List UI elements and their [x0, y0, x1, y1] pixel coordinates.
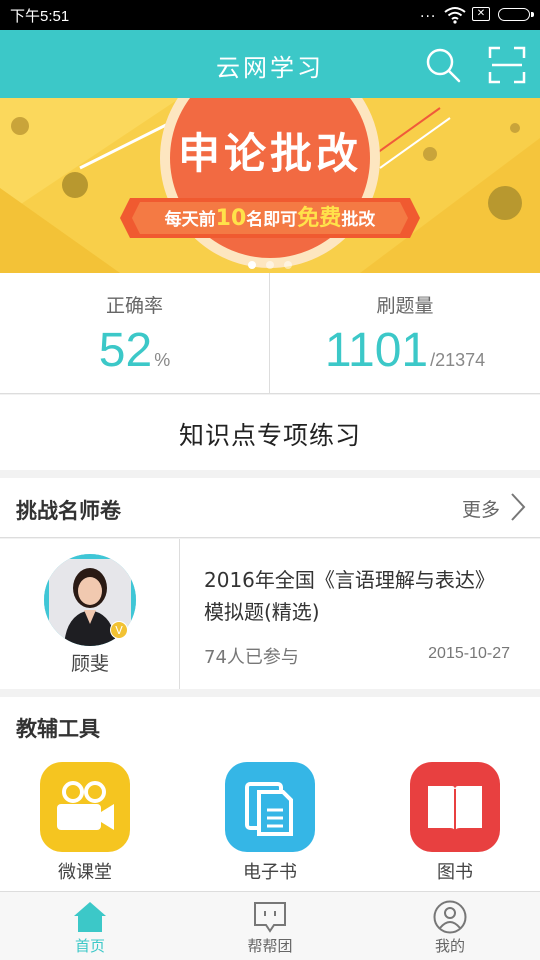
status-time: 下午5:51	[10, 8, 70, 25]
challenge-heading: 挑战名师卷	[16, 499, 121, 523]
accuracy-stat[interactable]: 正确率 52%	[0, 273, 270, 393]
book-icon[interactable]	[410, 762, 500, 852]
bottom-nav: 首页 帮帮团 我的	[0, 891, 540, 960]
promo-banner[interactable]: 申论批改 每天前10名即可免费批改	[0, 98, 540, 273]
tool-label: 图书	[437, 862, 473, 883]
question-total: /21374	[430, 350, 486, 370]
topic-practice-label: 知识点专项练习	[178, 421, 361, 450]
nav-label: 首页	[74, 937, 105, 955]
scan-icon[interactable]	[488, 46, 526, 84]
carousel-dot[interactable]	[284, 261, 292, 269]
document-icon[interactable]	[225, 762, 315, 852]
carousel-indicator[interactable]	[0, 254, 540, 273]
banner-subtitle: 每天前10名即可免费批改	[164, 206, 376, 231]
tool-ebook[interactable]: 电子书	[210, 762, 330, 884]
paper-date: 2015-10-27	[428, 645, 510, 662]
wifi-icon	[444, 7, 466, 24]
accuracy-value: 52	[98, 324, 153, 377]
exam-paper-card[interactable]: V 顾斐 2016年全国《言语理解与表达》模拟题(精选) 74人已参与 2015…	[0, 539, 540, 689]
video-camera-icon[interactable]	[40, 762, 130, 852]
search-icon[interactable]	[424, 46, 462, 84]
accuracy-label: 正确率	[105, 295, 163, 317]
tools-section: 教辅工具 微课堂 电子书 图书	[0, 697, 540, 891]
more-dots-icon: ...	[420, 5, 437, 21]
nav-label: 我的	[434, 937, 465, 955]
carousel-dot[interactable]	[248, 261, 256, 269]
no-sim-icon: ✕	[472, 7, 490, 21]
question-count-label: 刷题量	[376, 295, 434, 317]
nav-help-group[interactable]: 帮帮团	[180, 892, 360, 960]
nav-label: 帮帮团	[247, 937, 293, 955]
tool-label: 电子书	[243, 862, 297, 883]
tool-books[interactable]: 图书	[395, 762, 515, 884]
teacher-block[interactable]: V 顾斐	[0, 539, 180, 689]
nav-profile[interactable]: 我的	[360, 892, 540, 960]
battery-icon	[498, 8, 534, 21]
question-count-stat[interactable]: 刷题量 1101/21374	[270, 273, 540, 393]
verified-badge: V	[110, 621, 128, 639]
topic-practice-button[interactable]: 知识点专项练习	[0, 395, 540, 470]
tool-label: 微课堂	[58, 862, 112, 883]
paper-title[interactable]: 2016年全国《言语理解与表达》模拟题(精选)	[204, 564, 514, 628]
question-count-value: 1101	[324, 324, 429, 377]
more-link[interactable]: 更多	[462, 495, 500, 522]
nav-home[interactable]: 首页	[0, 892, 180, 960]
tools-heading: 教辅工具	[16, 717, 100, 741]
home-icon[interactable]	[72, 900, 108, 934]
chat-bubble-icon[interactable]	[252, 900, 288, 934]
challenge-section-header: 挑战名师卷 更多	[0, 478, 540, 538]
carousel-dot[interactable]	[266, 261, 274, 269]
user-icon[interactable]	[432, 900, 468, 934]
app-header: 云网学习	[0, 30, 540, 98]
participant-count: 74人已参与	[204, 647, 299, 668]
chevron-right-icon[interactable]	[510, 492, 526, 522]
status-bar: 下午5:51 ... ✕	[0, 0, 540, 30]
teacher-name: 顾斐	[70, 653, 109, 675]
tool-micro-class[interactable]: 微课堂	[25, 762, 145, 884]
accuracy-unit: %	[154, 350, 171, 370]
banner-title: 申论批改	[177, 129, 362, 178]
stats-panel: 正确率 52% 刷题量 1101/21374	[0, 273, 540, 394]
